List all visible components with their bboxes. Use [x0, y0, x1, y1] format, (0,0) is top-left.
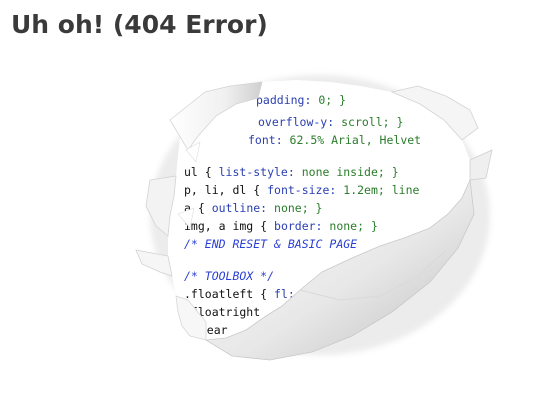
- code-comment: /* TOOLBOX */: [184, 269, 274, 283]
- code-selector: .floatleft {: [184, 287, 274, 301]
- code-line: .floatleft { fl:: [184, 287, 295, 301]
- code-property: overflow-y:: [258, 115, 341, 129]
- code-line: p, li, dl { font-size: 1.2em; line: [184, 183, 420, 197]
- code-selector: ul {: [184, 165, 219, 179]
- code-line: a { outline: none; }: [184, 201, 322, 215]
- code-comment: /* END RESET & BASIC PAGE: [184, 237, 357, 251]
- code-property: font:: [248, 133, 290, 147]
- code-line: ul { list-style: none inside; }: [184, 165, 399, 179]
- code-value: none; }: [329, 219, 377, 233]
- code-value: none inside; }: [302, 165, 399, 179]
- code-value: 1.2em; line: [343, 183, 419, 197]
- code-property: list-style:: [219, 165, 302, 179]
- code-selector: p, li, dl {: [184, 183, 267, 197]
- code-property: border:: [274, 219, 329, 233]
- code-line: /* END RESET & BASIC PAGE: [184, 237, 357, 251]
- code-value: 0; }: [318, 93, 346, 107]
- code-property: padding:: [256, 93, 318, 107]
- code-line: /* TOOLBOX */: [184, 269, 274, 283]
- code-line: padding: 0; }: [256, 93, 346, 107]
- code-line: font: 62.5% Arial, Helvet: [248, 133, 421, 147]
- code-value: none; }: [274, 201, 322, 215]
- code-line: img, a img { border: none; }: [184, 219, 378, 233]
- code-value: 62.5% Arial, Helvet: [290, 133, 422, 147]
- code-value: scroll; }: [341, 115, 403, 129]
- torn-paper-illustration: padding: 0; } overflow-y: scroll; } font: …: [135, 75, 493, 361]
- code-line: overflow-y: scroll; }: [258, 115, 403, 129]
- code-property: font-size:: [267, 183, 343, 197]
- code-property: outline:: [212, 201, 274, 215]
- code-selector: img, a img {: [184, 219, 274, 233]
